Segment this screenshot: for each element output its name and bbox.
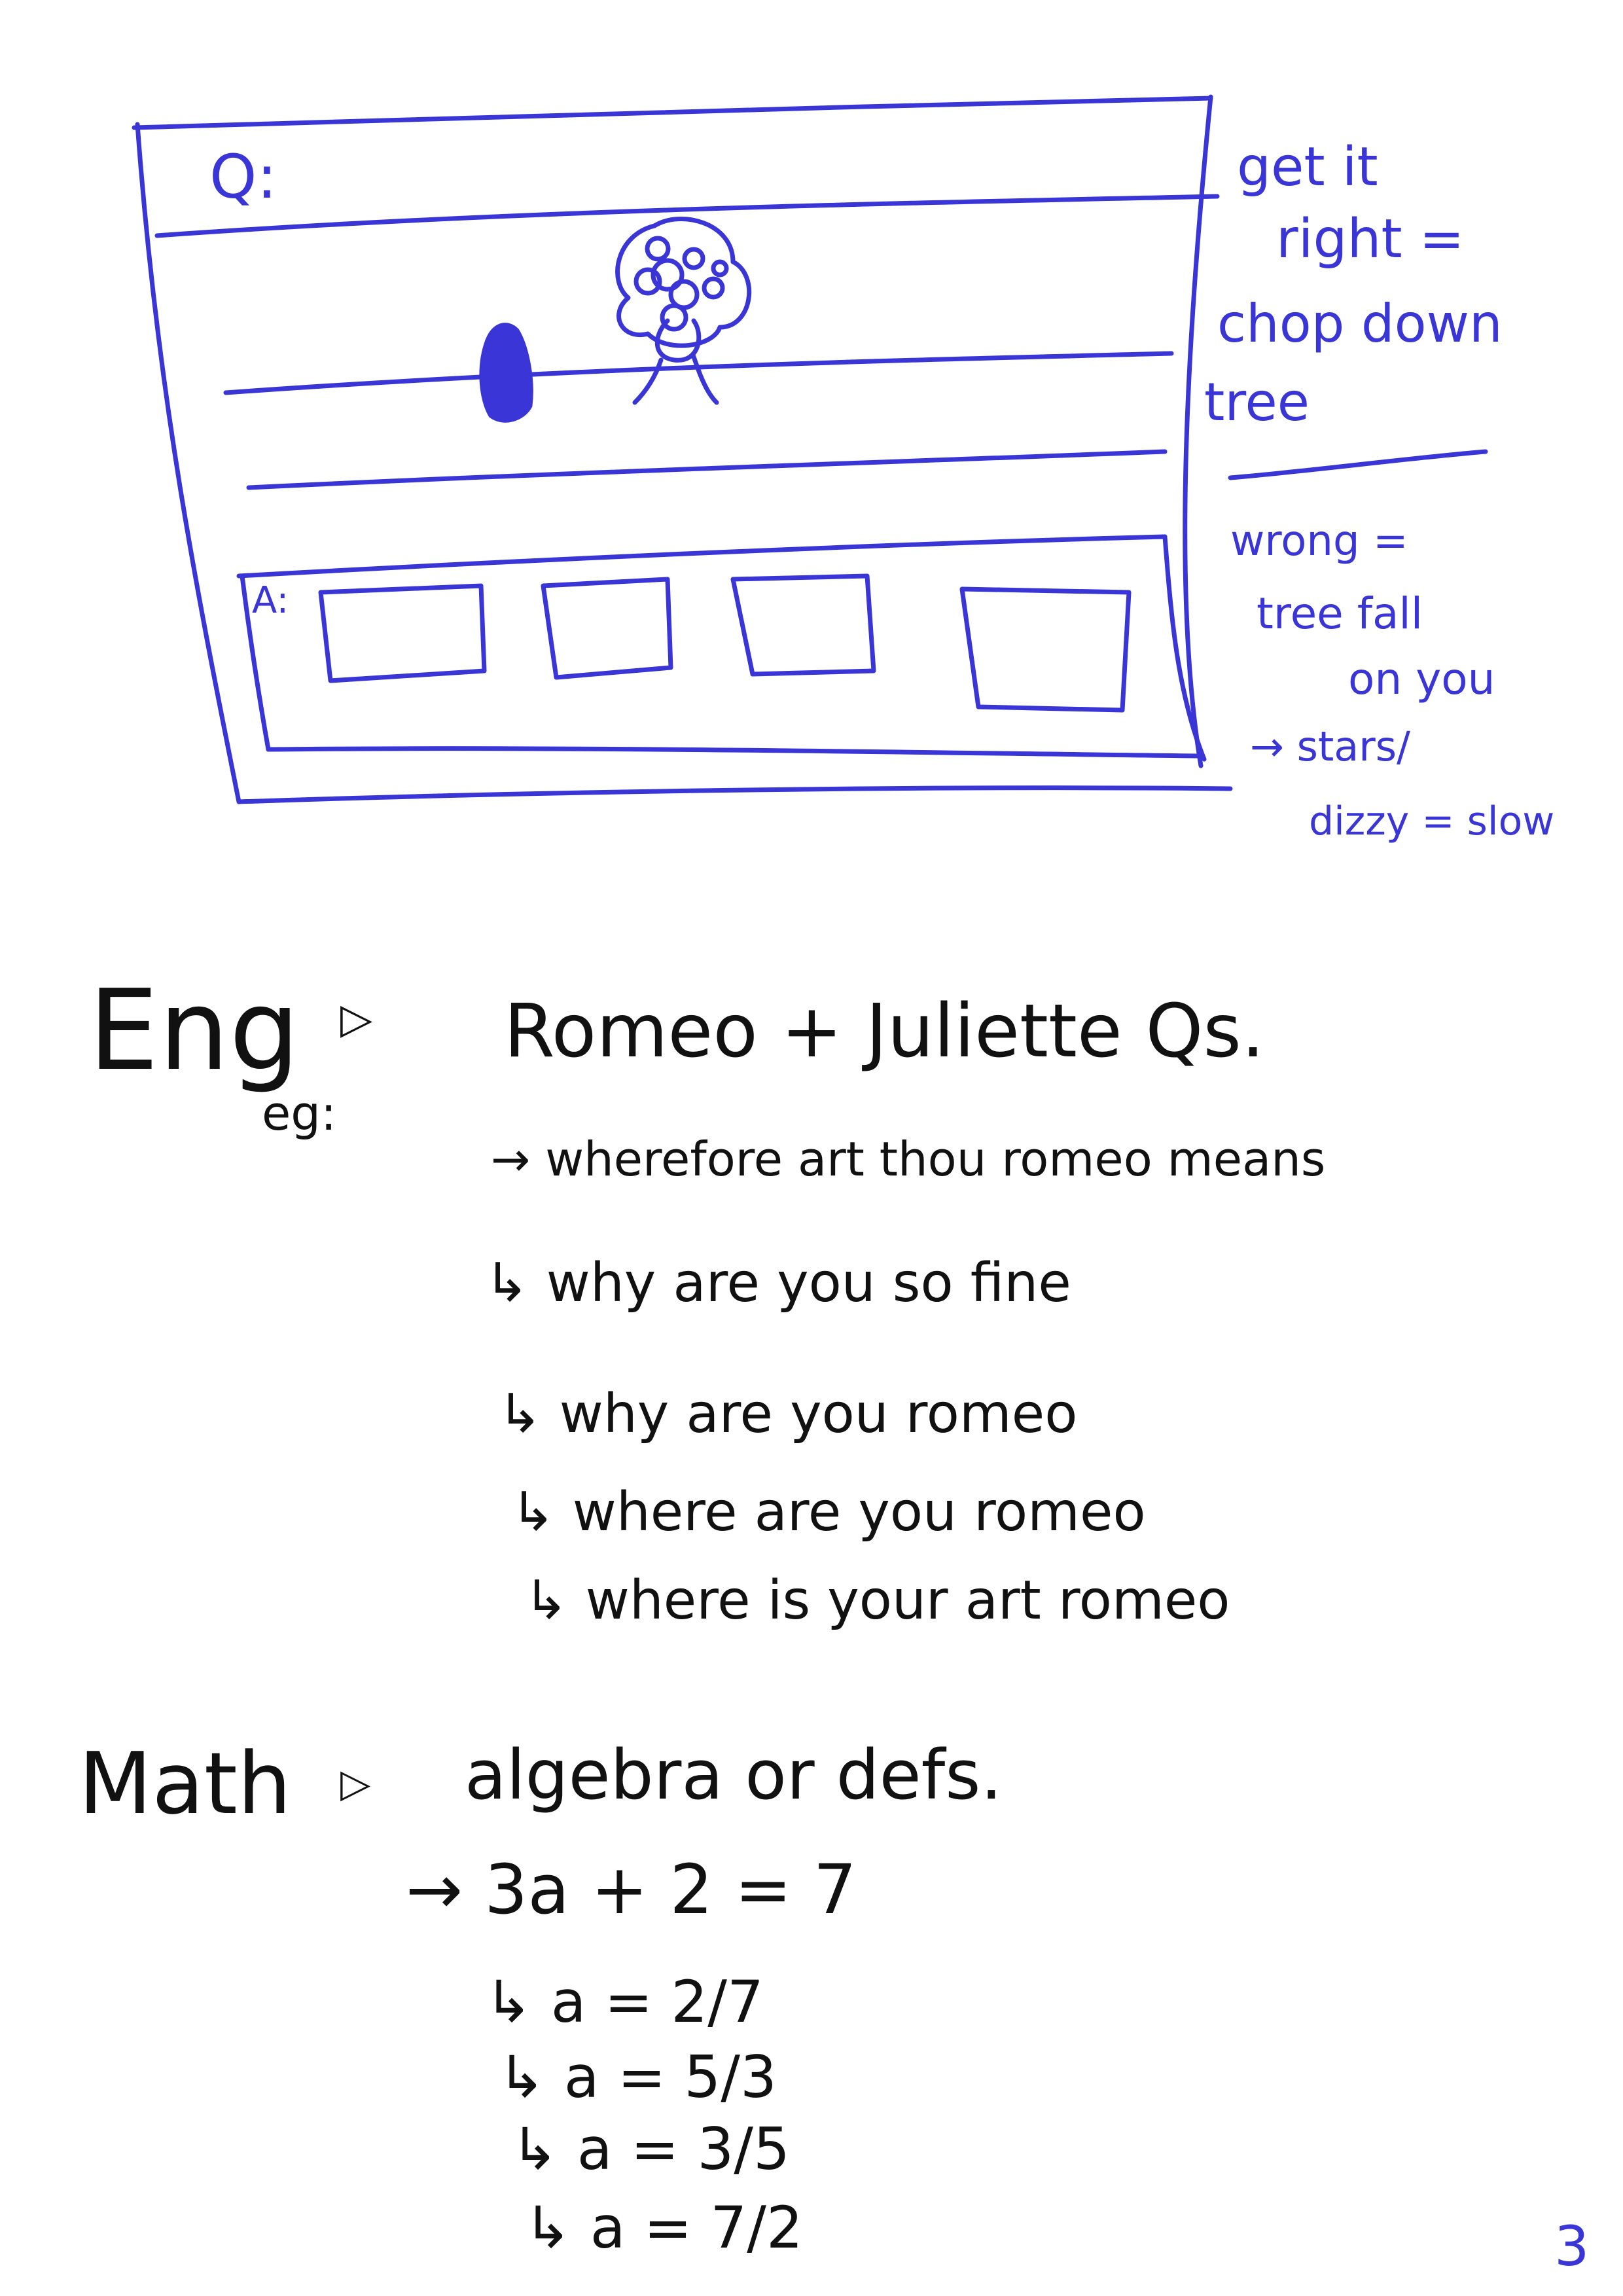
english-answer-option: ↳ where is your art romeo: [524, 1570, 1230, 1632]
english-question: → wherefore art thou romeo means: [491, 1132, 1326, 1187]
question-divider-line: [154, 194, 1220, 238]
notes-separator-line: [1228, 449, 1488, 480]
frame-top-edge: [132, 96, 1213, 130]
english-heading: Eng: [88, 966, 300, 1096]
correct-note-line: right =: [1276, 208, 1465, 270]
tree-drawing: [615, 216, 752, 405]
frame-left-edge: [135, 122, 241, 804]
math-answer-option: ↳ a = 7/2: [524, 2194, 803, 2261]
question-label: Q:: [209, 142, 277, 212]
answer-box-1: [318, 583, 487, 683]
math-answer-option: ↳ a = 5/3: [497, 2043, 777, 2111]
english-answer-option: ↳ why are you romeo: [497, 1383, 1078, 1445]
wrong-note-line: dizzy = slow: [1309, 798, 1555, 844]
wrong-note-line: wrong =: [1230, 517, 1408, 565]
frame-bottom-edge: [236, 785, 1233, 804]
wrong-note-line: → stars/: [1250, 723, 1410, 770]
ground-line-lower: [246, 449, 1168, 490]
wrong-note-line: on you: [1348, 654, 1495, 704]
answer-panel-top-line: [236, 534, 1168, 579]
answer-box-2: [541, 577, 673, 680]
correct-note-line: chop down: [1217, 293, 1503, 354]
arrow-icon: ▷: [340, 1761, 371, 1806]
math-question: → 3a + 2 = 7: [406, 1850, 857, 1929]
math-answer-option: ↳ a = 3/5: [510, 2115, 790, 2183]
sketch-page: Q: A: get it right = chop down tree wron…: [0, 0, 1623, 2296]
player-character-drawing: [479, 323, 533, 423]
page-number: 3: [1554, 2214, 1590, 2278]
answer-box-3: [730, 573, 876, 677]
frame-inner-bottom-edge: [266, 746, 1200, 759]
correct-note-line: get it: [1237, 136, 1378, 198]
english-answer-option: ↳ where are you romeo: [510, 1481, 1146, 1543]
math-topic: algebra or defs.: [465, 1735, 1003, 1815]
answer-box-4: [959, 586, 1132, 713]
example-label: eg:: [262, 1086, 337, 1141]
arrow-icon: ▷: [340, 995, 373, 1043]
math-heading: Math: [79, 1734, 292, 1833]
correct-note-line: tree: [1204, 372, 1310, 433]
math-answer-option: ↳ a = 2/7: [484, 1968, 764, 2036]
wrong-note-line: tree fall: [1257, 588, 1423, 639]
english-answer-option: ↳ why are you so fine: [484, 1252, 1071, 1314]
answer-label: A:: [252, 579, 289, 622]
english-topic: Romeo + Juliette Qs.: [504, 989, 1265, 1074]
